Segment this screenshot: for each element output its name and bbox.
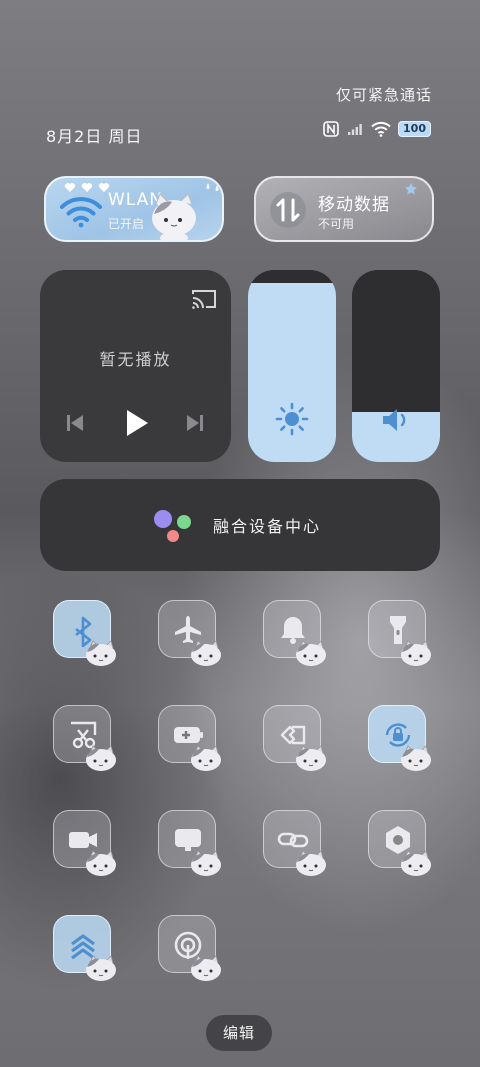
heart-decor-icon — [64, 183, 110, 192]
quick-tile-battery-saver[interactable] — [158, 705, 221, 771]
next-icon[interactable] — [185, 413, 205, 433]
quick-tile-cast-screen[interactable] — [158, 810, 221, 876]
quick-tile-airplane[interactable] — [158, 600, 221, 666]
kitten-sticker-icon — [401, 850, 431, 876]
device-center-card[interactable]: 融合设备中心 — [40, 479, 440, 571]
kitten-sticker-icon — [191, 745, 221, 771]
kitten-sticker-icon — [296, 745, 326, 771]
quick-tile-bluetooth[interactable] — [53, 600, 116, 666]
device-center-icon — [154, 510, 191, 542]
kitten-sticker-icon — [401, 745, 431, 771]
wifi-icon — [371, 121, 391, 137]
signal-icon — [348, 124, 362, 135]
kitten-sticker-icon — [86, 850, 116, 876]
kitten-sticker-icon — [296, 640, 326, 666]
droplet-icon — [206, 183, 219, 191]
media-player-card[interactable]: 暂无播放 — [40, 270, 231, 462]
status-icons: 100 — [323, 121, 430, 137]
kitten-sticker-icon — [191, 640, 221, 666]
quick-tile-bell[interactable] — [263, 600, 326, 666]
mobile-data-title: 移动数据 — [318, 195, 390, 215]
brightness-icon — [275, 402, 309, 436]
quick-tile-nearby-share[interactable] — [263, 705, 326, 771]
data-arrows-icon — [270, 192, 306, 228]
mobile-data-status: 不可用 — [318, 217, 355, 231]
quick-tile-nfc-tile[interactable] — [368, 810, 431, 876]
kitten-sticker-icon — [86, 745, 116, 771]
quick-tile-link[interactable] — [263, 810, 326, 876]
battery-icon: 100 — [399, 122, 430, 136]
nfc-icon — [323, 121, 339, 137]
quick-tile-screen-record[interactable] — [53, 810, 116, 876]
kitten-sticker-icon — [191, 955, 221, 981]
wifi-icon — [60, 197, 102, 228]
kitten-sticker-icon — [296, 850, 326, 876]
quick-tile-flashlight[interactable] — [368, 600, 431, 666]
quick-tile-hotspot[interactable] — [158, 915, 221, 981]
mobile-data-toggle[interactable]: 移动数据 不可用 — [254, 176, 434, 242]
star-decor-icon — [405, 183, 417, 195]
kitten-sticker-icon — [86, 640, 116, 666]
kitten-sticker-icon — [401, 640, 431, 666]
wlan-toggle[interactable]: WLAN 已开启 — [44, 176, 224, 242]
previous-icon[interactable] — [65, 413, 85, 433]
quick-tile-screenshot[interactable] — [53, 705, 116, 771]
quick-tile-rotation-lock[interactable] — [368, 705, 431, 771]
kitten-sticker-icon — [152, 193, 196, 240]
play-icon[interactable] — [124, 408, 150, 438]
wlan-status: 已开启 — [108, 217, 145, 231]
volume-slider[interactable] — [352, 270, 440, 462]
date-text: 8月2日 周日 — [46, 127, 143, 146]
brightness-slider[interactable] — [248, 270, 336, 462]
media-status-text: 暂无播放 — [99, 350, 172, 369]
volume-icon — [383, 409, 406, 431]
edit-button[interactable]: 编辑 — [206, 1015, 272, 1051]
device-center-label: 融合设备中心 — [213, 517, 322, 536]
emergency-call-text: 仅可紧急通话 — [335, 86, 432, 104]
kitten-sticker-icon — [191, 850, 221, 876]
kitten-sticker-icon — [86, 955, 116, 981]
cast-icon[interactable] — [191, 288, 217, 310]
quick-tile-performance-mode[interactable] — [53, 915, 116, 981]
